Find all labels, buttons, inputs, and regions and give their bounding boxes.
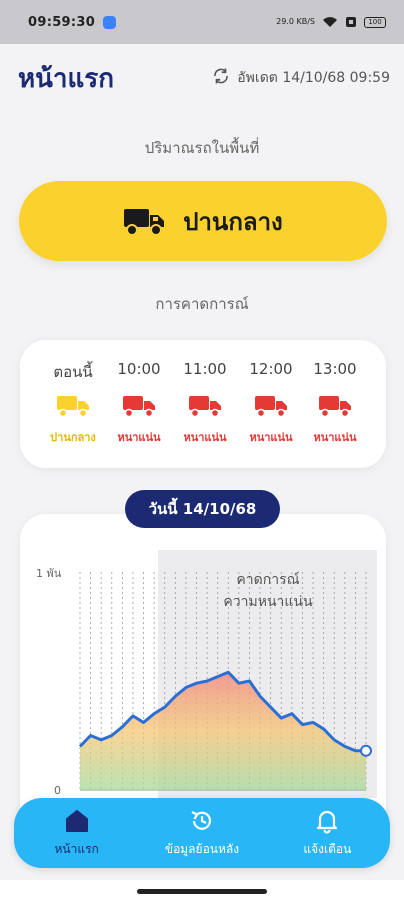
forecast-card: ตอนนี้ ปานกลาง 10:00 หนาแน่น 11:00 หนาแน… (20, 340, 386, 468)
forecast-time: 12:00 (249, 360, 293, 378)
forecast-status: หนาแน่น (313, 431, 357, 444)
battery-icon: 100 (364, 16, 386, 28)
bell-icon (317, 810, 338, 834)
data-point[interactable] (360, 744, 372, 757)
forecast-item: 10:00 หนาแน่น (109, 340, 169, 468)
forecast-time: ตอนนี้ (53, 363, 93, 381)
chart-points (360, 744, 372, 757)
truck-icon (122, 392, 156, 420)
date-badge[interactable]: วันนี้ 14/10/68 (125, 490, 280, 528)
last-updated[interactable]: อัพเดต 14/10/68 09:59 (212, 67, 390, 90)
status-time: 09:59:30 (28, 14, 96, 30)
current-traffic-status[interactable]: ปานกลาง (19, 181, 387, 261)
forecast-section-label: การคาดการณ์ (155, 295, 249, 313)
forecast-item: ตอนนี้ ปานกลาง (43, 340, 103, 468)
data-speed: 29.0 KB/S (276, 17, 315, 26)
y-tick-top: 1 พัน (36, 567, 62, 580)
gesture-handle[interactable] (137, 889, 267, 894)
forecast-item: 11:00 หนาแน่น (175, 340, 235, 468)
forecast-time: 10:00 (117, 360, 161, 378)
forecast-item: 13:00 หนาแน่น (305, 340, 365, 468)
history-icon (191, 810, 212, 830)
density-chart-card: 1 พัน 0 คาดการณ์ ความหนาแน่น (20, 514, 386, 834)
truck-icon (124, 209, 165, 236)
truck-icon (254, 392, 288, 420)
wifi-icon (323, 17, 337, 27)
header: หน้าแรก อัพเดต 14/10/68 09:59 (18, 58, 390, 98)
forecast-status: หนาแน่น (183, 431, 227, 444)
nav-item-history[interactable]: ข้อมูลย้อนหลัง (147, 808, 257, 859)
current-section-label: ปริมาณรถในพื้นที่ (144, 139, 260, 157)
forecast-label-line2: ความหนาแน่น (223, 594, 313, 610)
current-status-text: ปานกลาง (183, 207, 283, 236)
density-chart: 1 พัน 0 คาดการณ์ ความหนาแน่น (36, 550, 377, 798)
nav-label-home: หน้าแรก (54, 841, 99, 856)
nav-label-history: ข้อมูลย้อนหลัง (164, 841, 240, 856)
updated-text: อัพเดต 14/10/68 09:59 (237, 70, 390, 86)
nav-item-home[interactable]: หน้าแรก (22, 808, 132, 859)
forecast-status: หนาแน่น (249, 431, 293, 444)
truck-icon (56, 392, 90, 420)
truck-icon (318, 392, 352, 420)
home-icon (65, 809, 88, 832)
page-title: หน้าแรก (18, 63, 114, 94)
forecast-time: 13:00 (313, 360, 357, 378)
status-icons: 29.0 KB/S 100 (276, 16, 386, 28)
forecast-label-line1: คาดการณ์ (236, 571, 299, 588)
nav-item-alerts[interactable]: แจ้งเตือน (272, 808, 382, 859)
nav-label-alerts: แจ้งเตือน (303, 841, 352, 856)
forecast-status: ปานกลาง (50, 431, 96, 444)
forecast-status: หนาแน่น (117, 431, 161, 444)
forecast-time: 11:00 (183, 360, 227, 378)
truck-icon (188, 392, 222, 420)
status-bar: 09:59:30 29.0 KB/S 100 (0, 0, 404, 44)
y-tick-zero: 0 (54, 784, 61, 797)
refresh-icon[interactable] (212, 67, 230, 90)
app-notification-icon (103, 15, 117, 29)
forecast-item: 12:00 หนาแน่น (241, 340, 301, 468)
battery-level: 100 (368, 18, 382, 26)
sim-icon (346, 17, 356, 27)
bottom-nav: หน้าแรก ข้อมูลย้อนหลัง แจ้งเตือน (14, 798, 390, 868)
